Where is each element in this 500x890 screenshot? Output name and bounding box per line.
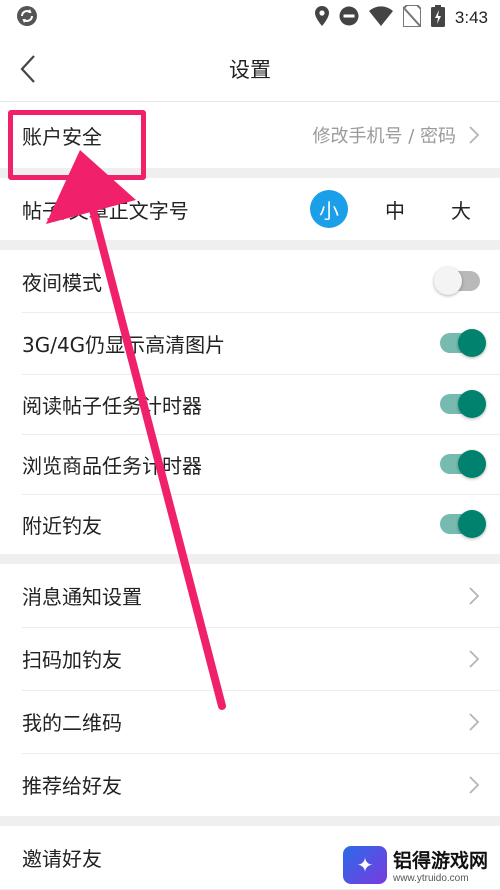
recommend-to-friends-label: 推荐给好友 xyxy=(22,774,122,798)
account-group: 账户安全 修改手机号 / 密码 xyxy=(0,102,500,168)
read-post-timer-label: 阅读帖子任务计时器 xyxy=(22,393,202,418)
watermark-url: www.ytruido.com xyxy=(392,873,469,884)
font-size-row: 帖子/文章正文字号 小 中 大 xyxy=(0,178,500,240)
watermark: ✦ 铝得游戏网 www.ytruido.com xyxy=(342,846,488,884)
font-size-label: 帖子/文章正文字号 xyxy=(22,198,189,223)
chevron-right-icon xyxy=(469,712,480,731)
font-size-small-option[interactable]: 小 xyxy=(310,190,348,228)
do-not-disturb-icon xyxy=(339,6,359,30)
watermark-name: 铝得游戏网 xyxy=(392,850,488,872)
gamepad-logo-icon: ✦ xyxy=(342,846,387,884)
night-mode-label: 夜间模式 xyxy=(22,270,102,295)
toggles-group: 夜间模式 3G/4G仍显示高清图片 阅读帖子任务计时器 浏览商品任务计时器 附近… xyxy=(0,250,500,554)
browse-goods-timer-label: 浏览商品任务计时器 xyxy=(22,453,202,478)
font-size-medium-option[interactable]: 中 xyxy=(376,190,414,228)
night-mode-row: 夜间模式 xyxy=(0,250,500,312)
hd-images-toggle[interactable] xyxy=(440,329,486,357)
my-qr-code-row[interactable]: 我的二维码 xyxy=(0,690,500,753)
no-sim-icon xyxy=(401,4,422,31)
account-security-hint: 修改手机号 / 密码 xyxy=(312,126,456,147)
read-post-timer-row: 阅读帖子任务计时器 xyxy=(0,374,500,434)
font-size-group: 帖子/文章正文字号 小 中 大 xyxy=(0,178,500,240)
browse-goods-timer-row: 浏览商品任务计时器 xyxy=(0,434,500,494)
my-qr-code-label: 我的二维码 xyxy=(22,711,122,735)
status-time: 3:43 xyxy=(454,8,488,27)
location-icon xyxy=(314,6,329,30)
scan-add-angler-row[interactable]: 扫码加钓友 xyxy=(0,627,500,690)
chevron-right-icon xyxy=(469,586,480,605)
chevron-right-icon xyxy=(469,649,480,668)
links-group: 消息通知设置 扫码加钓友 我的二维码 推荐给好友 xyxy=(0,564,500,816)
account-security-label: 账户安全 xyxy=(22,124,102,149)
scan-add-angler-label: 扫码加钓友 xyxy=(22,648,122,672)
nearby-anglers-toggle[interactable] xyxy=(440,510,486,538)
status-bar: 3:43 xyxy=(0,0,500,36)
notification-settings-row[interactable]: 消息通知设置 xyxy=(0,564,500,627)
wifi-icon xyxy=(368,6,393,30)
nearby-anglers-row: 附近钓友 xyxy=(0,494,500,554)
invite-friends-label: 邀请好友 xyxy=(22,847,102,871)
nearby-anglers-label: 附近钓友 xyxy=(22,513,102,538)
chevron-right-icon xyxy=(469,126,480,144)
notification-settings-label: 消息通知设置 xyxy=(22,585,142,609)
sync-icon xyxy=(16,5,38,31)
read-post-timer-toggle[interactable] xyxy=(440,390,486,418)
hd-images-row: 3G/4G仍显示高清图片 xyxy=(0,312,500,374)
browse-goods-timer-toggle[interactable] xyxy=(440,450,486,478)
font-size-large-option[interactable]: 大 xyxy=(442,190,480,228)
page-title: 设置 xyxy=(229,57,271,82)
battery-charging-icon xyxy=(430,5,445,31)
night-mode-toggle[interactable] xyxy=(434,267,480,295)
back-arrow-icon[interactable] xyxy=(14,54,42,84)
chevron-right-icon xyxy=(469,775,480,794)
nav-bar: 设置 xyxy=(0,36,500,102)
account-security-row[interactable]: 账户安全 修改手机号 / 密码 xyxy=(0,102,500,168)
hd-images-label: 3G/4G仍显示高清图片 xyxy=(22,332,226,357)
recommend-to-friends-row[interactable]: 推荐给好友 xyxy=(0,753,500,816)
